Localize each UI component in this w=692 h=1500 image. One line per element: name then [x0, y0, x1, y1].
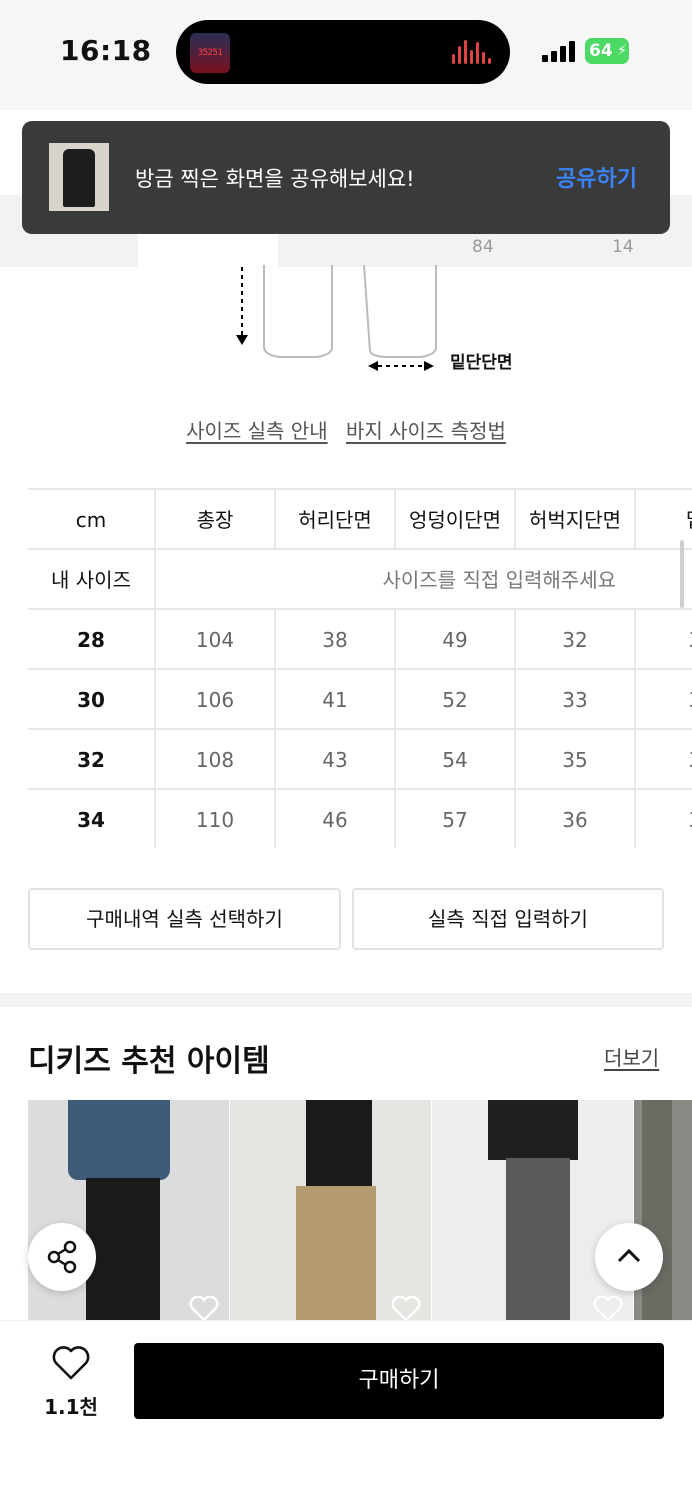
status-time: 16:18: [60, 34, 152, 67]
table-cell: 49: [396, 610, 516, 670]
chevron-up-icon: [617, 1248, 641, 1263]
my-size-row[interactable]: 내 사이즈 사이즈를 직접 입력해주세요: [28, 550, 692, 610]
size-guide-link[interactable]: 사이즈 실측 안내: [186, 419, 328, 443]
product-image: [296, 1186, 376, 1320]
heart-icon[interactable]: [593, 1296, 623, 1320]
purchase-history-measure-button[interactable]: 구매내역 실측 선택하기: [28, 888, 341, 950]
my-size-label: 내 사이즈: [28, 550, 156, 610]
product-image: [488, 1100, 578, 1160]
size-cell: 32: [28, 730, 156, 790]
table-cell: 3: [636, 790, 692, 848]
charging-bolt-icon: ⚡: [617, 43, 627, 59]
product-image: [306, 1100, 372, 1190]
table-cell: 46: [276, 790, 396, 848]
dynamic-island[interactable]: 35251: [176, 20, 510, 84]
table-cell: 3: [636, 730, 692, 790]
size-cell: 30: [28, 670, 156, 730]
my-size-input[interactable]: 사이즈를 직접 입력해주세요: [156, 550, 640, 610]
battery-level: 64: [589, 41, 613, 61]
section-divider: [0, 993, 692, 1007]
heart-icon[interactable]: [391, 1296, 421, 1320]
table-cell: 35: [516, 730, 636, 790]
share-icon: [47, 1240, 77, 1274]
size-guide-links: 사이즈 실측 안내 바지 사이즈 측정법: [0, 415, 692, 444]
product-image: [68, 1100, 170, 1180]
size-table[interactable]: cm 총장 허리단면 엉덩이단면 허벅지단면 밑 내 사이즈 사이즈를 직접 입…: [28, 488, 692, 848]
table-cell: 54: [396, 730, 516, 790]
table-header-cell: 허벅지단면: [516, 490, 636, 550]
table-cell: 108: [156, 730, 276, 790]
heart-icon[interactable]: [189, 1296, 219, 1320]
tab-faint-value: 84: [472, 237, 494, 257]
table-cell: 110: [156, 790, 276, 848]
table-cell: 57: [396, 790, 516, 848]
hem-width-label: 밑단단면: [450, 353, 513, 373]
buy-button[interactable]: 구매하기: [134, 1343, 664, 1419]
table-header-cell: 허리단면: [276, 490, 396, 550]
table-row: 30 106 41 52 33 3: [28, 670, 692, 730]
share-button[interactable]: 공유하기: [556, 161, 637, 193]
product-image: [506, 1158, 570, 1320]
bottom-action-bar: 1.1천 구매하기: [0, 1320, 692, 1500]
table-cell: 41: [276, 670, 396, 730]
table-cell: 52: [396, 670, 516, 730]
table-cell: 33: [516, 670, 636, 730]
table-row: 28 104 38 49 32 3: [28, 610, 692, 670]
scroll-top-fab[interactable]: [595, 1223, 663, 1291]
table-cell: 36: [516, 790, 636, 848]
measure-pants-link[interactable]: 바지 사이즈 측정법: [346, 419, 506, 443]
now-playing-thumbnail: 35251: [190, 33, 230, 73]
size-cell: 34: [28, 790, 156, 848]
share-fab[interactable]: [28, 1223, 96, 1291]
size-cell: 28: [28, 610, 156, 670]
tab-faint-value: 14: [612, 237, 634, 257]
table-cell: 104: [156, 610, 276, 670]
see-more-link[interactable]: 더보기: [604, 1042, 659, 1071]
toast-message: 방금 찍은 화면을 공유해보세요!: [135, 167, 415, 191]
manual-measure-input-button[interactable]: 실측 직접 입력하기: [352, 888, 664, 950]
table-cell: 32: [516, 610, 636, 670]
battery-indicator: 64 ⚡: [585, 38, 629, 64]
like-count: 1.1천: [44, 1395, 98, 1419]
table-cell: 106: [156, 670, 276, 730]
table-row: 32 108 43 54 35 3: [28, 730, 692, 790]
recommended-title: 디키즈 추천 아이템: [28, 1044, 270, 1079]
table-row: 34 110 46 57 36 3: [28, 790, 692, 848]
cellular-signal-icon: [542, 40, 576, 62]
audio-waveform-icon: [452, 40, 492, 64]
table-header-cell: cm: [28, 490, 156, 550]
table-cell: 43: [276, 730, 396, 790]
screenshot-thumbnail: [49, 143, 109, 211]
product-card[interactable]: [230, 1100, 431, 1320]
table-cell: 38: [276, 610, 396, 670]
table-cell: 3: [636, 610, 692, 670]
table-cell: 3: [636, 670, 692, 730]
table-header-cell: 엉덩이단면: [396, 490, 516, 550]
table-scrollbar[interactable]: [680, 540, 684, 608]
table-header-row: cm 총장 허리단면 엉덩이단면 허벅지단면 밑: [28, 490, 692, 550]
table-header-cell: 총장: [156, 490, 276, 550]
product-image: [86, 1178, 160, 1320]
status-bar: 16:18 35251 64 ⚡: [0, 0, 692, 110]
heart-icon: [52, 1346, 90, 1380]
like-button[interactable]: 1.1천: [40, 1345, 102, 1420]
screenshot-share-toast: 방금 찍은 화면을 공유해보세요! 공유하기: [22, 121, 670, 234]
